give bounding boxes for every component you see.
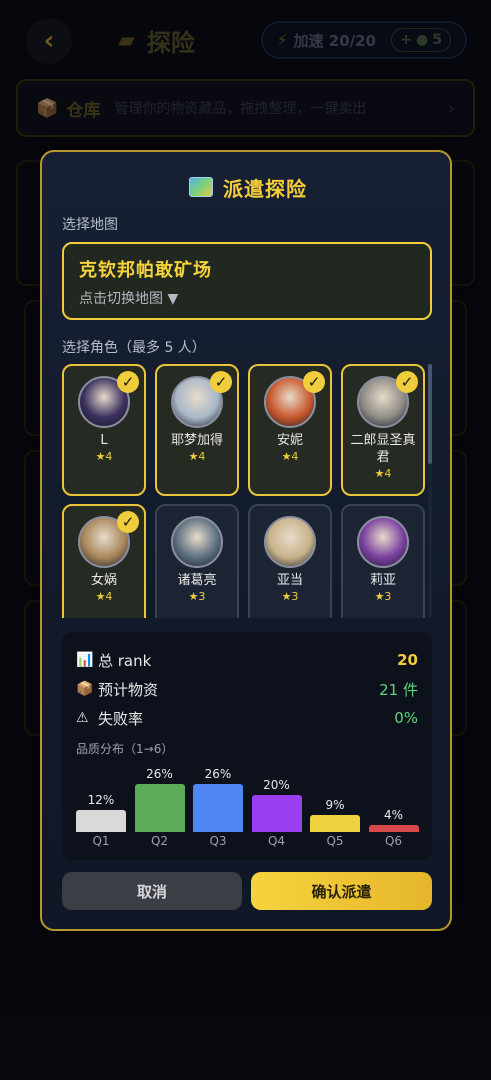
hero-stars: ★4 bbox=[95, 590, 113, 603]
check-icon: ✓ bbox=[210, 371, 232, 393]
quality-bar bbox=[193, 784, 243, 832]
hero-stars: ★4 bbox=[374, 467, 392, 480]
chart-icon: 📊 bbox=[76, 652, 94, 668]
quality-bar-category: Q4 bbox=[267, 834, 286, 848]
check-icon: ✓ bbox=[396, 371, 418, 393]
hero-stars: ★4 bbox=[188, 450, 206, 463]
modal-title-text: 派遣探险 bbox=[223, 176, 307, 201]
hero-name: 女娲 bbox=[90, 573, 117, 588]
role-section-label: 选择角色（最多 5 人） bbox=[62, 340, 206, 356]
hero-card[interactable]: 安妮 ★4 ✓ bbox=[248, 364, 332, 496]
rank-value: 20 bbox=[397, 651, 418, 669]
hero-name: L bbox=[100, 433, 108, 448]
hero-name: 莉亚 bbox=[369, 573, 396, 588]
rank-label: 总 rank bbox=[98, 651, 152, 670]
quality-bar-label: 12% bbox=[87, 792, 115, 807]
quality-bar bbox=[251, 795, 302, 832]
quality-bar-label: 4% bbox=[383, 807, 404, 822]
hero-card[interactable]: 诸葛亮 ★3 bbox=[155, 504, 239, 618]
hero-card[interactable]: L ★4 ✓ bbox=[62, 364, 146, 496]
hero-card[interactable]: 二郎显圣真君 ★4 ✓ bbox=[341, 364, 425, 496]
fail-label: 失败率 bbox=[98, 709, 144, 728]
hero-card[interactable]: 亚当 ★3 bbox=[248, 504, 332, 618]
check-icon: ✓ bbox=[303, 371, 325, 393]
dispatch-stats: 📊 总 rank 20 📦 预计物资 21 件 ⚠ 失败率 0% 品质分布（1→… bbox=[62, 632, 432, 860]
quality-bar-label: 26% bbox=[146, 767, 173, 781]
warning-icon: ⚠ bbox=[76, 710, 89, 726]
rank-row: 📊 总 rank 20 bbox=[76, 648, 418, 672]
hero-avatar bbox=[171, 516, 223, 568]
items-row: 📦 预计物资 21 件 bbox=[76, 677, 418, 701]
map-selector[interactable]: 克钦邦帕敢矿场 点击切换地图 ▼ bbox=[62, 242, 432, 320]
quality-bar bbox=[310, 815, 360, 832]
hero-stars: ★3 bbox=[188, 590, 206, 603]
quality-bar bbox=[134, 784, 185, 832]
hero-name: 耶梦加得 bbox=[170, 433, 223, 448]
quality-bar bbox=[76, 809, 126, 832]
hero-avatar bbox=[264, 516, 316, 568]
quality-bar-category: Q6 bbox=[384, 834, 403, 848]
hero-name: 安妮 bbox=[276, 433, 303, 448]
hero-stars: ★3 bbox=[374, 590, 392, 603]
items-label: 预计物资 bbox=[98, 680, 159, 699]
hero-avatar bbox=[357, 516, 409, 568]
map-name: 克钦邦帕敢矿场 bbox=[79, 260, 212, 281]
map-section-label: 选择地图 bbox=[62, 217, 118, 233]
cancel-button[interactable]: 取消 bbox=[62, 872, 242, 910]
fail-row: ⚠ 失败率 0% bbox=[76, 706, 418, 730]
confirm-dispatch-button[interactable]: 确认派遣 bbox=[251, 872, 432, 910]
hero-card[interactable]: 莉亚 ★3 bbox=[341, 504, 425, 618]
hero-name: 二郎显圣真君 bbox=[350, 433, 416, 465]
hero-name: 诸葛亮 bbox=[177, 573, 217, 588]
hero-stars: ★3 bbox=[281, 590, 299, 603]
fail-value: 0% bbox=[394, 709, 418, 727]
hero-stars: ★4 bbox=[281, 450, 299, 463]
hero-card[interactable]: 耶梦加得 ★4 ✓ bbox=[155, 364, 239, 496]
dispatch-modal: 派遣探险 选择地图 克钦邦帕敢矿场 点击切换地图 ▼ 选择角色（最多 5 人） … bbox=[40, 150, 452, 931]
world-map-icon bbox=[189, 177, 213, 197]
quality-bar-label: 26% bbox=[204, 767, 232, 781]
quality-bar-category: Q2 bbox=[150, 834, 169, 848]
hero-roster[interactable]: L ★4 ✓ 耶梦加得 ★4 ✓ 安妮 ★4 ✓ 二郎显圣真君 ★4 ✓ 女娲 ★4 ✓ 诸葛亮 ★3 亚当 ★3 莉… bbox=[62, 364, 430, 618]
items-value: 21 件 bbox=[379, 680, 418, 699]
hero-card[interactable]: 女娲 ★4 ✓ bbox=[62, 504, 146, 618]
modal-title: 派遣探险 bbox=[42, 172, 454, 202]
quality-bar-label: 9% bbox=[325, 798, 345, 813]
hero-name: 亚当 bbox=[276, 573, 303, 588]
map-switch-hint: 点击切换地图 ▼ bbox=[79, 291, 179, 307]
quality-bar-category: Q3 bbox=[209, 834, 227, 848]
check-icon: ✓ bbox=[117, 511, 139, 533]
hero-stars: ★4 bbox=[95, 450, 113, 463]
quality-bar bbox=[368, 824, 419, 832]
app-root: ‹ ▰ 探险 ⚡ 加速 20/20 + ● 5 📦 仓库 管理你的物资藏品，拖拽… bbox=[0, 0, 491, 1080]
quality-bar-label: 20% bbox=[263, 778, 290, 793]
quality-bar-category: Q5 bbox=[326, 834, 344, 848]
quality-bar-chart: 12% Q1 26% Q2 26% Q3 20% Q4 9% Q5 4% Q6 bbox=[62, 752, 432, 852]
box-icon: 📦 bbox=[76, 681, 94, 697]
check-icon: ✓ bbox=[117, 371, 139, 393]
quality-bar-category: Q1 bbox=[92, 834, 110, 848]
roster-scroll-thumb[interactable] bbox=[428, 364, 432, 464]
